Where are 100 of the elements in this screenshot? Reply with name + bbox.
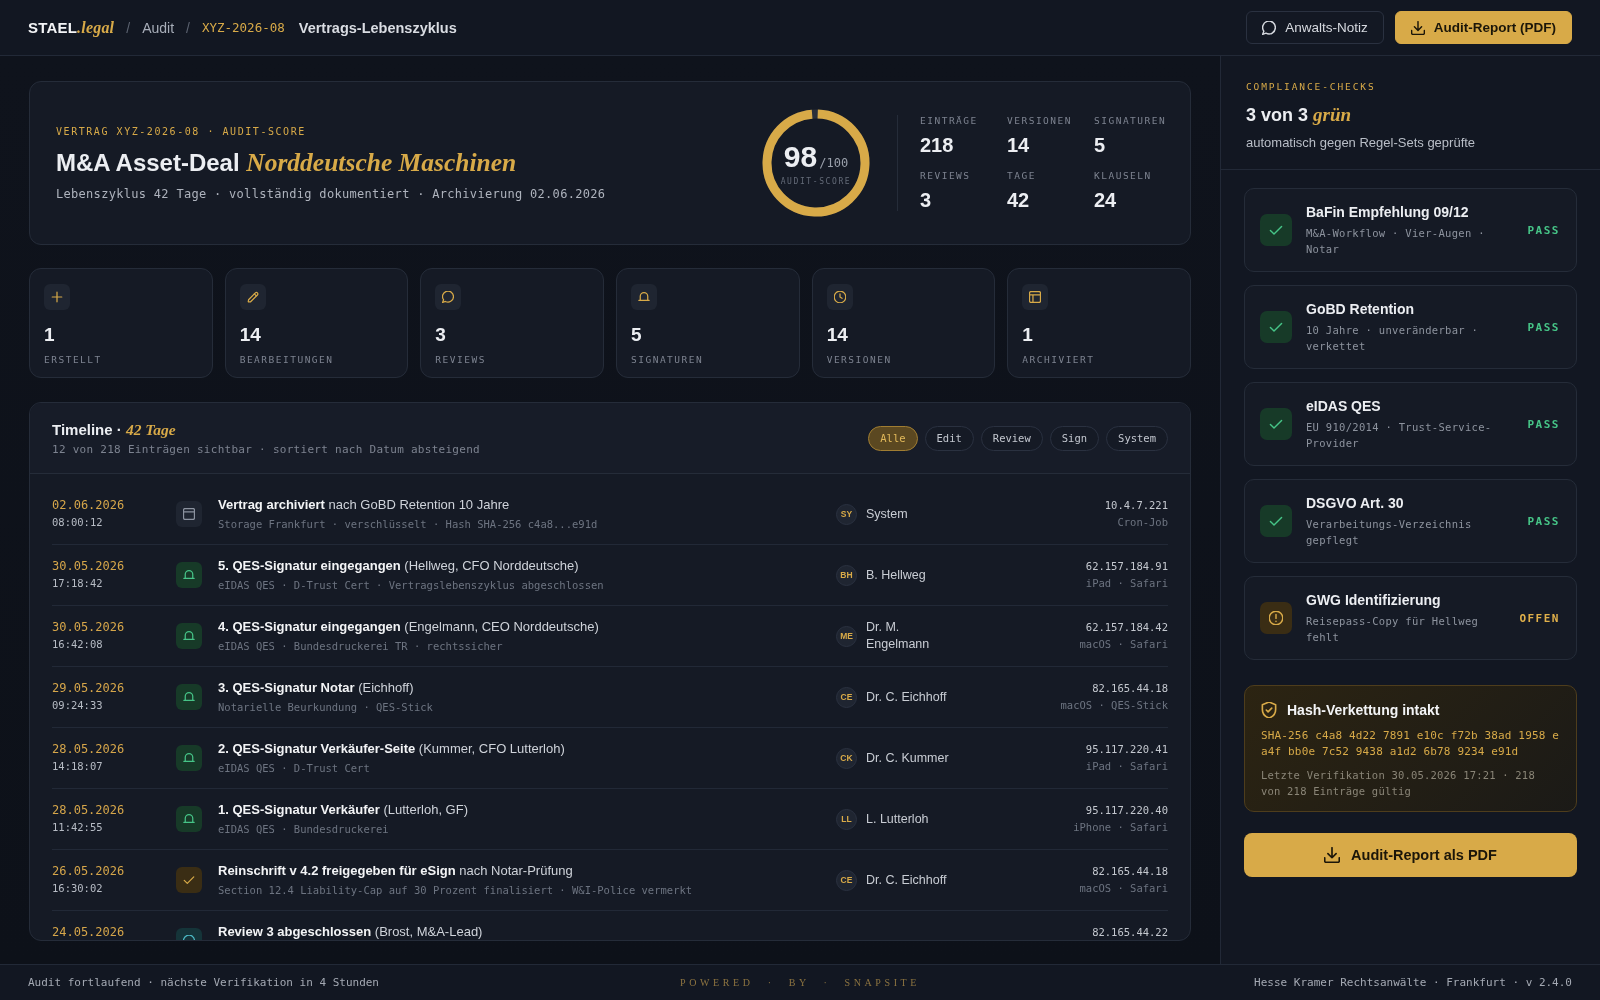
user-avatar: SY [836,503,857,525]
bell-icon [176,623,202,649]
filter-chip[interactable]: System [1106,425,1168,451]
entry-title: Reinschrift v 4.2 freigegeben für eSign nach Notar-Prüfung [218,863,574,879]
device-info: iPad · Safari [1084,576,1168,591]
compliance-subtitle: automatisch gegen Regel-Sets geprüfte [1246,134,1477,152]
check-icon [1260,408,1292,440]
bell-icon [176,562,202,588]
entry-title: 2. QES-Signatur Verkäufer-Seite (Kummer, CFO Lutterloh) [218,741,566,757]
entry-date: 30.05.2026 [52,558,126,574]
ip-address: 95.117.220.41 [1084,742,1168,757]
ip-address: 10.4.7.221 [1103,498,1168,513]
check-title: GoBD Retention [1306,300,1416,318]
bell-icon [176,745,202,771]
check-title: BaFin Empfehlung 09/12 [1306,203,1470,221]
entry-details: eIDAS QES · D-Trust Cert [218,761,371,776]
check-details: 10 Jahre · unveränderbar · verkettet [1306,323,1480,354]
filter-chip[interactable]: Edit [924,425,974,451]
check-icon [1260,505,1292,537]
score-value: 98 [783,140,818,173]
entry-time: 08:00:12 [52,515,104,530]
entry-details: Section 12.4 Liability-Cap auf 30 Prozent finalisiert · W&I-Police vermerkt [218,883,694,898]
check-details: Verarbeitungs-Verzeichnis gepflegt [1306,517,1473,548]
entry-details: Storage Frankfurt · verschlüsselt · Hash SHA-256 c4a8...e91d [218,517,599,532]
compliance-eyebrow: COMPLIANCE-CHECKS [1246,81,1377,93]
check-icon [176,867,202,893]
ip-address: 62.157.184.91 [1084,559,1168,574]
ip-address: 82.165.44.22 [1091,925,1168,940]
pencil-icon [239,284,266,310]
counter-value: 3 [435,323,447,347]
breadcrumb-link[interactable]: Audit [142,19,175,36]
counter-label: BEARBEITUNGEN [239,354,335,365]
device-info: macOS · Safari [1078,881,1168,896]
alert-icon [1260,602,1292,634]
plus-icon [44,284,70,310]
page-title: Vertrags-Lebenszyklus [298,19,457,36]
entry-title: 1. QES-Signatur Verkäufer (Lutterloh, GF) [218,802,469,818]
entry-time: 17:18:42 [52,576,104,591]
check-icon [1260,214,1292,246]
score-max: /100 [819,155,849,170]
actor-name: System [866,505,909,523]
clock-icon [826,284,853,310]
check-title: eIDAS QES [1306,397,1382,415]
stat-label: SIGNATUREN [1094,114,1164,127]
ip-address: 82.165.44.18 [1091,864,1168,879]
filter-chip[interactable]: Sign [1049,425,1100,451]
filter-chip[interactable]: Alle [868,425,918,451]
entry-title: Review 3 abgeschlossen (Brost, M&A-Lead) [218,924,484,940]
entry-time: 16:30:02 [52,881,104,896]
counter-label: ERSTELLT [44,354,103,365]
device-info: macOS · Safari [1078,637,1168,652]
entry-title: 3. QES-Signatur Notar (Eichhoff) [218,680,415,696]
footer-credit: POWERED · BY · SNAPSITE [680,977,920,988]
actor-name: Dr. C. Eichhoff [866,688,948,706]
stat-value: 14 [1007,132,1031,157]
entry-date: 29.05.2026 [52,680,126,696]
device-info: Cron-Job [1116,515,1168,530]
entry-time: 16:42:08 [52,637,104,652]
entry-details: Notarielle Beurkundung · QES-Stick [218,700,434,715]
bell-icon [631,284,657,310]
stat-label: REVIEWS [920,169,972,182]
counter-label: VERSIONEN [826,354,893,365]
device-info: iPad · Safari [1084,759,1168,774]
check-details: Reisepass-Copy für Hellweg fehlt [1306,614,1480,645]
entry-date: 30.05.2026 [52,619,126,635]
note-button[interactable]: Anwalts-Notiz [1246,11,1384,44]
counter-value: 14 [826,323,849,347]
counter-label: REVIEWS [435,354,487,365]
counter-value: 14 [239,323,262,347]
stat-label: VERSIONEN [1007,114,1073,127]
panel-icon [1022,284,1049,310]
check-status: OFFEN [1519,611,1560,625]
box-icon [176,501,202,527]
ip-address: 95.117.220.40 [1084,803,1168,818]
footer-info: Hesse Kramer Rechtsanwälte · Frankfurt · v 2.4.0 [1254,976,1572,989]
entry-date: 28.05.2026 [52,741,126,757]
device-info: iPhone · Safari [1072,820,1168,835]
entry-details: eIDAS QES · Bundesdruckerei [218,822,390,837]
export-button[interactable]: Audit-Report als PDF [1244,833,1577,877]
breadcrumb-link[interactable]: XYZ-2026-08 [201,20,285,35]
actor-name: Dr. C. Eichhoff [866,871,948,889]
download-icon [1324,847,1341,863]
filter-chip[interactable]: Review [980,425,1043,451]
download-icon [1410,20,1425,35]
score-label: AUDIT-SCORE [780,176,852,186]
stat-label: EINTRÄGE [920,114,979,127]
actor-name: Dr. C. Kummer [866,749,950,767]
entry-date: 28.05.2026 [52,802,126,818]
actor-name: L. Lutterloh [866,810,930,828]
compliance-title: 3 von 3 grün [1246,103,1353,127]
actor-name: B. Hellweg [866,566,927,584]
entry-details: eIDAS QES · Bundesdruckerei TR · rechtssicher [218,639,504,654]
counter-value: 1 [44,323,56,347]
counter-value: 1 [1022,323,1034,347]
report-button[interactable]: Audit-Report (PDF) [1394,11,1572,44]
entry-time: 11:42:55 [52,820,104,835]
check-details: M&A-Workflow · Vier-Augen · Notar [1306,226,1486,257]
user-avatar: BH [836,564,857,586]
ip-address: 82.165.44.18 [1091,681,1168,696]
chat-icon [1262,20,1277,35]
